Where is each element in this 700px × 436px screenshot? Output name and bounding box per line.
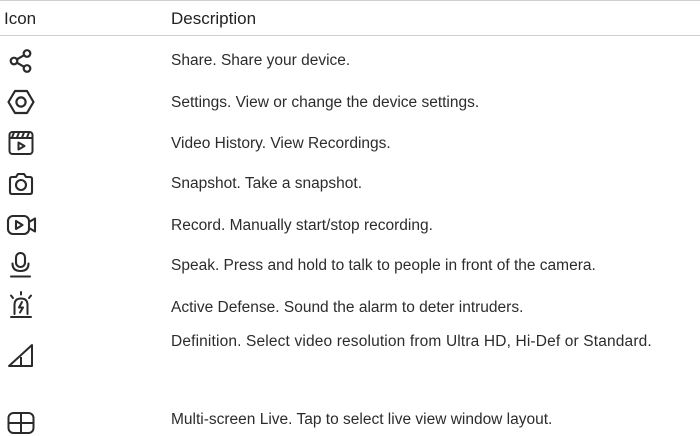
record-video-icon <box>6 210 40 240</box>
multi-screen-layout-icon <box>6 407 36 436</box>
settings-icon <box>6 87 36 117</box>
video-history-icon <box>6 128 36 158</box>
column-header-icon: Icon <box>4 9 37 28</box>
alarm-siren-icon <box>6 290 36 320</box>
table-cell-description: Active Defense. Sound the alarm to deter… <box>171 299 524 316</box>
icon-description-table: Icon Description Share. Share your devic… <box>0 0 700 436</box>
table-cell-description: Settings. View or change the device sett… <box>171 94 480 111</box>
table-top-rule <box>0 0 700 1</box>
microphone-icon <box>6 250 36 280</box>
table-cell-description: Video History. View Recordings. <box>171 135 391 152</box>
table-header-rule <box>0 35 700 36</box>
table-cell-description: Definition. Select video resolution from… <box>171 333 652 350</box>
share-icon <box>6 46 36 76</box>
table-cell-description: Speak. Press and hold to talk to people … <box>171 257 596 274</box>
column-header-description: Description <box>171 9 257 28</box>
table-cell-description: Share. Share your device. <box>171 52 351 69</box>
table-cell-description: Multi-screen Live. Tap to select live vi… <box>171 411 553 428</box>
signal-definition-icon <box>6 340 36 370</box>
table-cell-description: Snapshot. Take a snapshot. <box>171 175 363 192</box>
table-cell-description: Record. Manually start/stop recording. <box>171 217 433 234</box>
snapshot-camera-icon <box>6 169 36 199</box>
